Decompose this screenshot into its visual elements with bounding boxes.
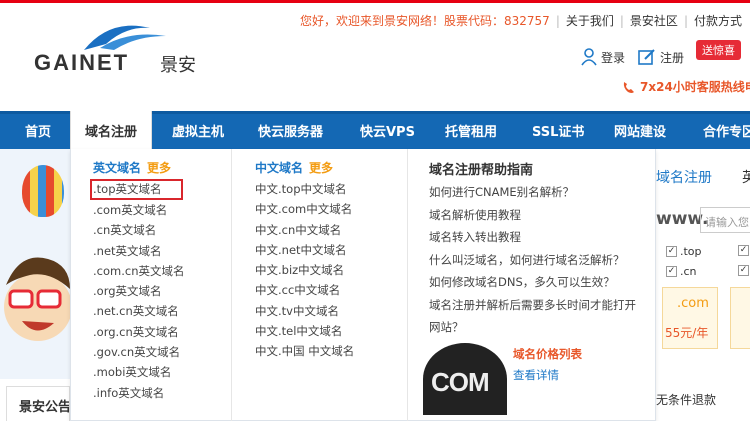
phone-icon	[623, 81, 634, 93]
banner-image[interactable]	[0, 149, 70, 379]
nav-vps[interactable]: 快云VPS	[360, 114, 415, 152]
domain-link[interactable]: .info英文域名	[93, 383, 184, 403]
tab-english[interactable]: 英	[742, 167, 750, 187]
chinese-domain-title[interactable]: 中文域名	[255, 161, 303, 175]
column-header: 中文域名 更多	[255, 159, 354, 179]
price-list-box: COM 域名价格列表 查看详情	[423, 343, 623, 415]
nav-domain[interactable]: 域名注册	[70, 111, 152, 152]
checkbox-extra[interactable]: ✓	[738, 265, 749, 276]
english-domain-column: 英文域名 更多 .top英文域名 .com英文域名 .cn英文域名 .net英文域…	[90, 159, 184, 403]
divider: |	[555, 14, 560, 28]
greeting-text: 您好，欢迎来到景安网络！股票代码：832757	[300, 14, 550, 28]
domain-link[interactable]: .cn英文域名	[93, 220, 184, 240]
top-accent-bar	[0, 0, 750, 3]
checkbox-extra[interactable]: ✓	[738, 245, 749, 256]
checkbox-icon: ✓	[738, 265, 749, 276]
edit-icon	[638, 49, 655, 65]
checkbox-top[interactable]: ✓ .top	[666, 245, 702, 258]
checkbox-icon: ✓	[666, 246, 677, 257]
com-logo-text: COM	[431, 367, 490, 397]
about-link[interactable]: 关于我们	[566, 14, 614, 28]
price-list-title[interactable]: 域名价格列表	[513, 346, 582, 362]
nav-cloud-server[interactable]: 快云服务器	[258, 114, 323, 152]
english-domain-title[interactable]: 英文域名	[93, 161, 141, 175]
domain-link[interactable]: .org.cn英文域名	[93, 322, 184, 342]
top-links: 您好，欢迎来到景安网络！股票代码：832757 | 关于我们 | 景安社区 | 付款方式	[300, 12, 742, 29]
guide-title: 域名注册帮助指南	[429, 163, 534, 178]
logo-cn-text: 景安	[160, 55, 196, 76]
logo-text: GAINET	[34, 50, 130, 75]
domain-link[interactable]: .net英文域名	[93, 241, 184, 261]
nav-partner[interactable]: 合作专区	[703, 114, 750, 152]
login-link[interactable]: 登录	[581, 48, 625, 66]
refund-text: 无条件退款	[656, 393, 717, 407]
cartoon-face-icon	[4, 257, 70, 341]
hotline: 7x24小时客服热线电	[622, 78, 750, 95]
nav-hosting[interactable]: 虚拟主机	[172, 114, 224, 152]
checkbox-label: .cn	[680, 265, 697, 278]
promo-price: 55元/年	[665, 326, 709, 340]
view-details-link[interactable]: 查看详情	[513, 367, 559, 383]
domain-link[interactable]: 中文.tel中文域名	[255, 321, 354, 341]
domain-link[interactable]: .net.cn英文域名	[93, 301, 184, 321]
domain-link[interactable]: .com英文域名	[93, 200, 184, 220]
notice-tab[interactable]: 景安公告	[6, 386, 70, 421]
domain-link[interactable]: 中文.biz中文域名	[255, 260, 354, 280]
divider: |	[683, 14, 688, 28]
domain-link[interactable]: .mobi英文域名	[93, 362, 184, 382]
nav-home[interactable]: 首页	[12, 114, 64, 152]
register-link[interactable]: 注册	[638, 48, 684, 66]
promo-card[interactable]: .com 55元/年	[662, 287, 718, 349]
domain-dropdown-menu: 英文域名 更多 .top英文域名 .com英文域名 .cn英文域名 .net英文域…	[70, 149, 656, 421]
hotline-text: 7x24小时客服热线电	[640, 80, 750, 94]
more-link[interactable]: 更多	[309, 161, 333, 175]
column-divider	[407, 149, 408, 421]
domain-link[interactable]: 中文.top中文域名	[255, 179, 354, 199]
guide-link[interactable]: 域名注册并解析后需要多长时间才能打开网站？	[429, 294, 639, 339]
balloon-icon	[22, 165, 64, 217]
domain-link[interactable]: 中文.cc中文域名	[255, 280, 354, 300]
checkbox-label: .top	[680, 245, 702, 258]
promo-domain: .com	[677, 296, 709, 311]
checkbox-icon: ✓	[738, 245, 749, 256]
chinese-domain-column: 中文域名 更多 中文.top中文域名 中文.com中文域名 中文.cn中文域名 中…	[255, 159, 354, 362]
checkbox-icon: ✓	[666, 266, 677, 277]
domain-link[interactable]: .com.cn英文域名	[93, 261, 184, 281]
column-header: 英文域名 更多	[93, 159, 184, 179]
domain-link[interactable]: 中文.com中文域名	[255, 199, 354, 219]
domain-link[interactable]: .org英文域名	[93, 281, 184, 301]
main-nav: 首页 域名注册 虚拟主机 快云服务器 快云VPS 托管租用 SSL证书 网站建设…	[0, 111, 750, 152]
domain-link[interactable]: 中文.中国 中文域名	[255, 341, 354, 361]
guide-link[interactable]: 什么叫泛域名，如何进行域名泛解析？	[429, 249, 639, 272]
guide-link[interactable]: 如何进行CNAME别名解析？	[429, 181, 639, 204]
gift-badge[interactable]: 送惊喜	[696, 40, 741, 60]
logo[interactable]: GAINET 景安	[32, 22, 212, 76]
divider: |	[619, 14, 624, 28]
user-icon	[581, 48, 597, 66]
tab-domain-register[interactable]: 域名注册	[656, 167, 712, 187]
domain-link[interactable]: 中文.net中文域名	[255, 240, 354, 260]
help-guide-column: 域名注册帮助指南 如何进行CNAME别名解析？ 域名解析使用教程 域名转入转出教…	[429, 159, 639, 339]
checkbox-cn[interactable]: ✓ .cn	[666, 265, 697, 278]
domain-link[interactable]: .gov.cn英文域名	[93, 342, 184, 362]
nav-website[interactable]: 网站建设	[614, 114, 666, 152]
column-divider	[231, 149, 232, 421]
guide-link[interactable]: 域名解析使用教程	[429, 204, 639, 227]
domain-search-input[interactable]: 请输入您	[700, 207, 750, 233]
domain-search-panel: 域名注册 英 www. 请输入您 ✓ .top ✓ ✓ .cn ✓ .com 55元…	[656, 149, 750, 421]
nav-ssl[interactable]: SSL证书	[532, 114, 584, 152]
community-link[interactable]: 景安社区	[630, 14, 678, 28]
domain-link[interactable]: 中文.tv中文域名	[255, 301, 354, 321]
more-link[interactable]: 更多	[147, 161, 171, 175]
register-label: 注册	[660, 50, 685, 65]
login-label: 登录	[601, 50, 626, 65]
promo-card[interactable]	[730, 287, 750, 349]
guide-link[interactable]: 域名转入转出教程	[429, 226, 639, 249]
guide-link[interactable]: 如何修改域名DNS，多久可以生效？	[429, 271, 639, 294]
com-logo-image[interactable]: COM	[423, 343, 507, 415]
domain-link[interactable]: 中文.cn中文域名	[255, 220, 354, 240]
nav-colocation[interactable]: 托管租用	[445, 114, 497, 152]
payment-link[interactable]: 付款方式	[694, 14, 742, 28]
domain-link-top[interactable]: .top英文域名	[90, 179, 183, 200]
